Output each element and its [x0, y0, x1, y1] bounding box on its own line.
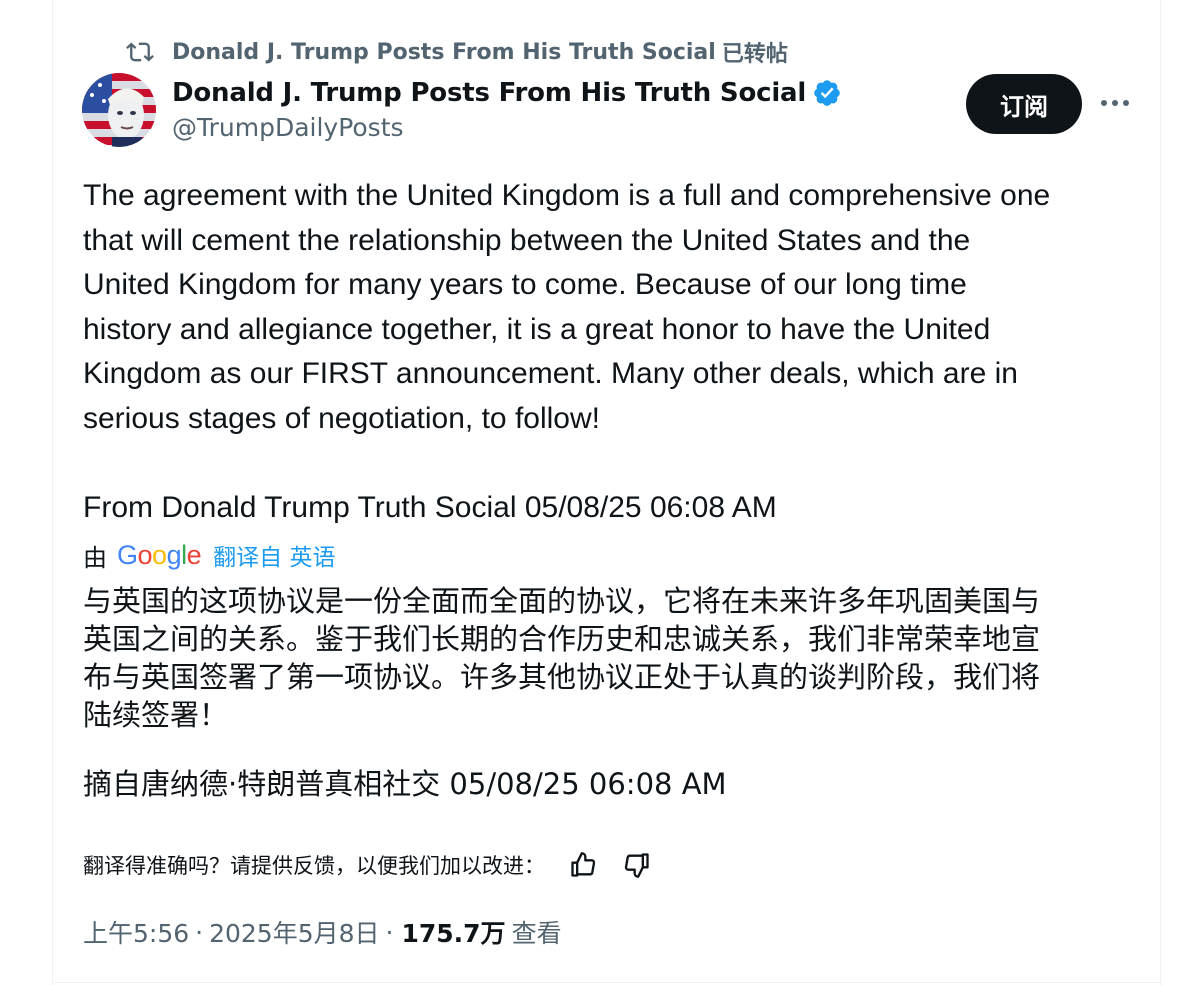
more-icon	[1101, 100, 1129, 106]
translated-line: 布与英国签署了第一项协议。许多其他协议正处于认真的谈判阶段，我们将	[83, 660, 1041, 694]
column-border-left	[52, 0, 53, 985]
author-handle[interactable]: @TrumpDailyPosts	[172, 113, 404, 142]
post-body-line: The agreement with the United Kingdom is…	[83, 179, 1051, 212]
translated-from-link[interactable]: 翻译自 英语	[213, 538, 335, 572]
more-options-button[interactable]	[1098, 88, 1132, 118]
post-time[interactable]: 上午5:56	[83, 914, 189, 950]
thumbs-down-button[interactable]	[621, 849, 653, 881]
thumbs-down-icon	[624, 853, 649, 878]
post-body: The agreement with the United Kingdom is…	[83, 174, 1143, 441]
post-body-line: history and allegiance together, it is a…	[83, 312, 991, 346]
post-date[interactable]: 2025年5月8日	[209, 914, 379, 950]
post-body-line: serious stages of negotiation, to follow…	[83, 401, 600, 435]
repost-account-name[interactable]: Donald J. Trump Posts From His Truth Soc…	[172, 40, 716, 65]
translation-feedback: 翻译得准确吗？请提供反馈，以便我们加以改进：	[83, 845, 675, 885]
repost-indicator[interactable]: Donald J. Trump Posts From His Truth Soc…	[126, 36, 788, 68]
translated-line: 与英国的这项协议是一份全面而全面的协议，它将在未来许多年巩固美国与	[83, 584, 1041, 618]
post-bottom-divider	[52, 982, 1161, 983]
translated-body: 与英国的这项协议是一份全面而全面的协议，它将在未来许多年巩固美国与 英国之间的关…	[83, 582, 1143, 734]
avatar-image	[82, 73, 156, 147]
avatar[interactable]	[82, 73, 156, 147]
author-name-row[interactable]: Donald J. Trump Posts From His Truth Soc…	[172, 75, 842, 111]
post-body-line: United Kingdom for many years to come. B…	[83, 268, 967, 301]
post-metadata: 上午5:56 · 2025年5月8日 · 175.7万 查看	[83, 912, 562, 952]
translation-attribution: 由 Google 翻译自 英语	[83, 535, 335, 575]
author-display-name[interactable]: Donald J. Trump Posts From His Truth Soc…	[172, 78, 806, 108]
google-logo: Google	[117, 539, 202, 570]
translated-source-line: 摘自唐纳德·特朗普真相社交 05/08/25 06:08 AM	[83, 767, 727, 801]
translated-line: 英国之间的关系。鉴于我们长期的合作历史和忠诚关系，我们非常荣幸地宣	[83, 622, 1041, 656]
translated-line: 陆续签署！	[83, 698, 229, 732]
feedback-prompt: 翻译得准确吗？请提供反馈，以便我们加以改进：	[83, 854, 545, 878]
subscribe-button[interactable]: 订阅	[966, 74, 1082, 134]
thumbs-up-button[interactable]	[567, 849, 599, 881]
post-body-line: Kingdom as our FIRST announcement. Many …	[83, 357, 1018, 390]
post-body-line: that will cement the relationship betwee…	[83, 223, 971, 257]
post-source-line: From Donald Trump Truth Social 05/08/25 …	[83, 491, 777, 524]
verified-badge-icon[interactable]	[812, 78, 842, 108]
view-count[interactable]: 175.7万	[401, 914, 505, 950]
column-border-right	[1160, 0, 1161, 985]
thumbs-up-icon	[571, 852, 596, 877]
tweet-page: Donald J. Trump Posts From His Truth Soc…	[0, 0, 1200, 985]
translated-by-label: 由	[83, 543, 107, 572]
repost-icon	[126, 42, 154, 62]
view-count-label: 查看	[511, 919, 562, 948]
meta-separator: ·	[195, 917, 204, 947]
meta-separator: ·	[385, 917, 394, 947]
repost-label: 已转帖	[721, 42, 788, 67]
